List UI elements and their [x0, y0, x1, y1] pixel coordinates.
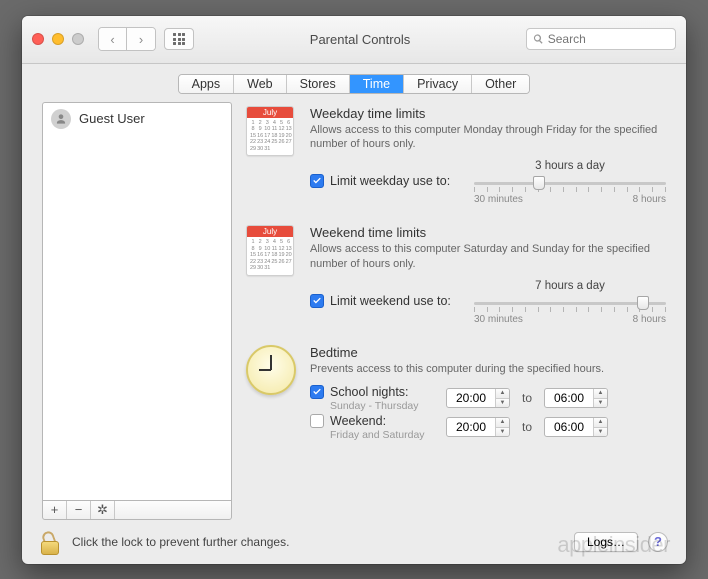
- slider-thumb[interactable]: [533, 176, 545, 190]
- window-title: Parental Controls: [310, 32, 410, 47]
- user-list[interactable]: Guest User: [42, 102, 232, 500]
- weekday-section: July 12345678910111213141516171819202122…: [246, 102, 666, 220]
- weekend-desc: Allows access to this computer Saturday …: [310, 242, 666, 272]
- step-down-icon[interactable]: ▼: [594, 428, 607, 437]
- calendar-icon: July 12345678910111213141516171819202122…: [246, 225, 294, 276]
- search-field[interactable]: [526, 28, 676, 50]
- user-sidebar: Guest User + − ✲: [42, 102, 232, 520]
- tab-web[interactable]: Web: [234, 75, 286, 93]
- time-settings-panel: July 12345678910111213141516171819202122…: [246, 102, 670, 520]
- search-icon: [533, 33, 544, 45]
- gear-icon: ✲: [97, 502, 108, 518]
- clock-icon: [246, 345, 296, 395]
- weekday-title: Weekday time limits: [310, 106, 666, 121]
- weekend-from-time[interactable]: ▲▼: [446, 417, 510, 437]
- weekend-nights-checkbox[interactable]: Weekend:: [310, 414, 438, 428]
- calendar-icon: July 12345678910111213141516171819202122…: [246, 106, 294, 157]
- lock-icon[interactable]: [40, 529, 62, 555]
- school-to-time[interactable]: ▲▼: [544, 388, 608, 408]
- user-row[interactable]: Guest User: [43, 103, 231, 135]
- stepper[interactable]: ▲▼: [495, 418, 509, 436]
- weekend-title: Weekend time limits: [310, 225, 666, 240]
- stepper[interactable]: ▲▼: [495, 389, 509, 407]
- zoom-button: [72, 33, 84, 45]
- checkbox-icon: [310, 174, 324, 188]
- forward-button[interactable]: ›: [127, 28, 155, 50]
- tab-apps[interactable]: Apps: [179, 75, 235, 93]
- nav-back-forward: ‹ ›: [98, 27, 156, 51]
- minimize-button[interactable]: [52, 33, 64, 45]
- step-up-icon[interactable]: ▲: [496, 418, 509, 428]
- checkbox-icon: [310, 414, 324, 428]
- school-nights-sub: Sunday - Thursday: [330, 400, 438, 412]
- weekend-value-label: 7 hours a day: [474, 280, 666, 292]
- tab-other[interactable]: Other: [472, 75, 529, 93]
- weekend-section: July 12345678910111213141516171819202122…: [246, 219, 666, 339]
- titlebar: ‹ › Parental Controls: [22, 16, 686, 64]
- footer: Click the lock to prevent further change…: [22, 520, 686, 564]
- weekend-limit-checkbox[interactable]: Limit weekend use to:: [310, 280, 451, 308]
- help-button[interactable]: ?: [648, 532, 668, 552]
- prefpane-window: ‹ › Parental Controls Apps Web Stores Ti…: [22, 16, 686, 564]
- tab-privacy[interactable]: Privacy: [404, 75, 472, 93]
- tab-time[interactable]: Time: [350, 75, 404, 93]
- step-up-icon[interactable]: ▲: [594, 418, 607, 428]
- weekend-slider[interactable]: [474, 294, 666, 312]
- step-up-icon[interactable]: ▲: [496, 389, 509, 399]
- back-button[interactable]: ‹: [99, 28, 127, 50]
- logs-button[interactable]: Logs…: [574, 532, 638, 552]
- bedtime-desc: Prevents access to this computer during …: [310, 362, 666, 377]
- weekend-nights-sub: Friday and Saturday: [330, 429, 438, 441]
- stepper[interactable]: ▲▼: [593, 389, 607, 407]
- sidebar-toolbar: + − ✲: [42, 500, 232, 520]
- school-nights-row: School nights: Sunday - Thursday ▲▼ to ▲…: [310, 385, 666, 412]
- window-controls: [32, 33, 84, 45]
- weekend-to-time[interactable]: ▲▼: [544, 417, 608, 437]
- weekday-desc: Allows access to this computer Monday th…: [310, 123, 666, 153]
- lock-text: Click the lock to prevent further change…: [72, 535, 289, 549]
- weekday-value-label: 3 hours a day: [474, 160, 666, 172]
- school-nights-checkbox[interactable]: School nights:: [310, 385, 438, 399]
- weekday-limit-checkbox[interactable]: Limit weekday use to:: [310, 160, 450, 188]
- school-from-time[interactable]: ▲▼: [446, 388, 510, 408]
- weekend-nights-row: Weekend: Friday and Saturday ▲▼ to ▲▼: [310, 414, 666, 441]
- sidebar-action-button[interactable]: ✲: [91, 501, 115, 519]
- user-avatar-icon: [51, 109, 71, 129]
- user-name: Guest User: [79, 111, 145, 126]
- remove-user-button[interactable]: −: [67, 501, 91, 519]
- tab-bar: Apps Web Stores Time Privacy Other: [22, 64, 686, 102]
- bedtime-title: Bedtime: [310, 345, 666, 360]
- add-user-button[interactable]: +: [43, 501, 67, 519]
- step-down-icon[interactable]: ▼: [594, 399, 607, 408]
- step-up-icon[interactable]: ▲: [594, 389, 607, 399]
- stepper[interactable]: ▲▼: [593, 418, 607, 436]
- grid-icon: [173, 33, 185, 45]
- bedtime-section: Bedtime Prevents access to this computer…: [246, 339, 666, 457]
- close-button[interactable]: [32, 33, 44, 45]
- weekday-slider[interactable]: [474, 174, 666, 192]
- checkbox-icon: [310, 385, 324, 399]
- slider-thumb[interactable]: [637, 296, 649, 310]
- step-down-icon[interactable]: ▼: [496, 399, 509, 408]
- show-all-button[interactable]: [164, 28, 194, 50]
- step-down-icon[interactable]: ▼: [496, 428, 509, 437]
- search-input[interactable]: [548, 32, 669, 46]
- tab-stores[interactable]: Stores: [287, 75, 350, 93]
- checkbox-icon: [310, 294, 324, 308]
